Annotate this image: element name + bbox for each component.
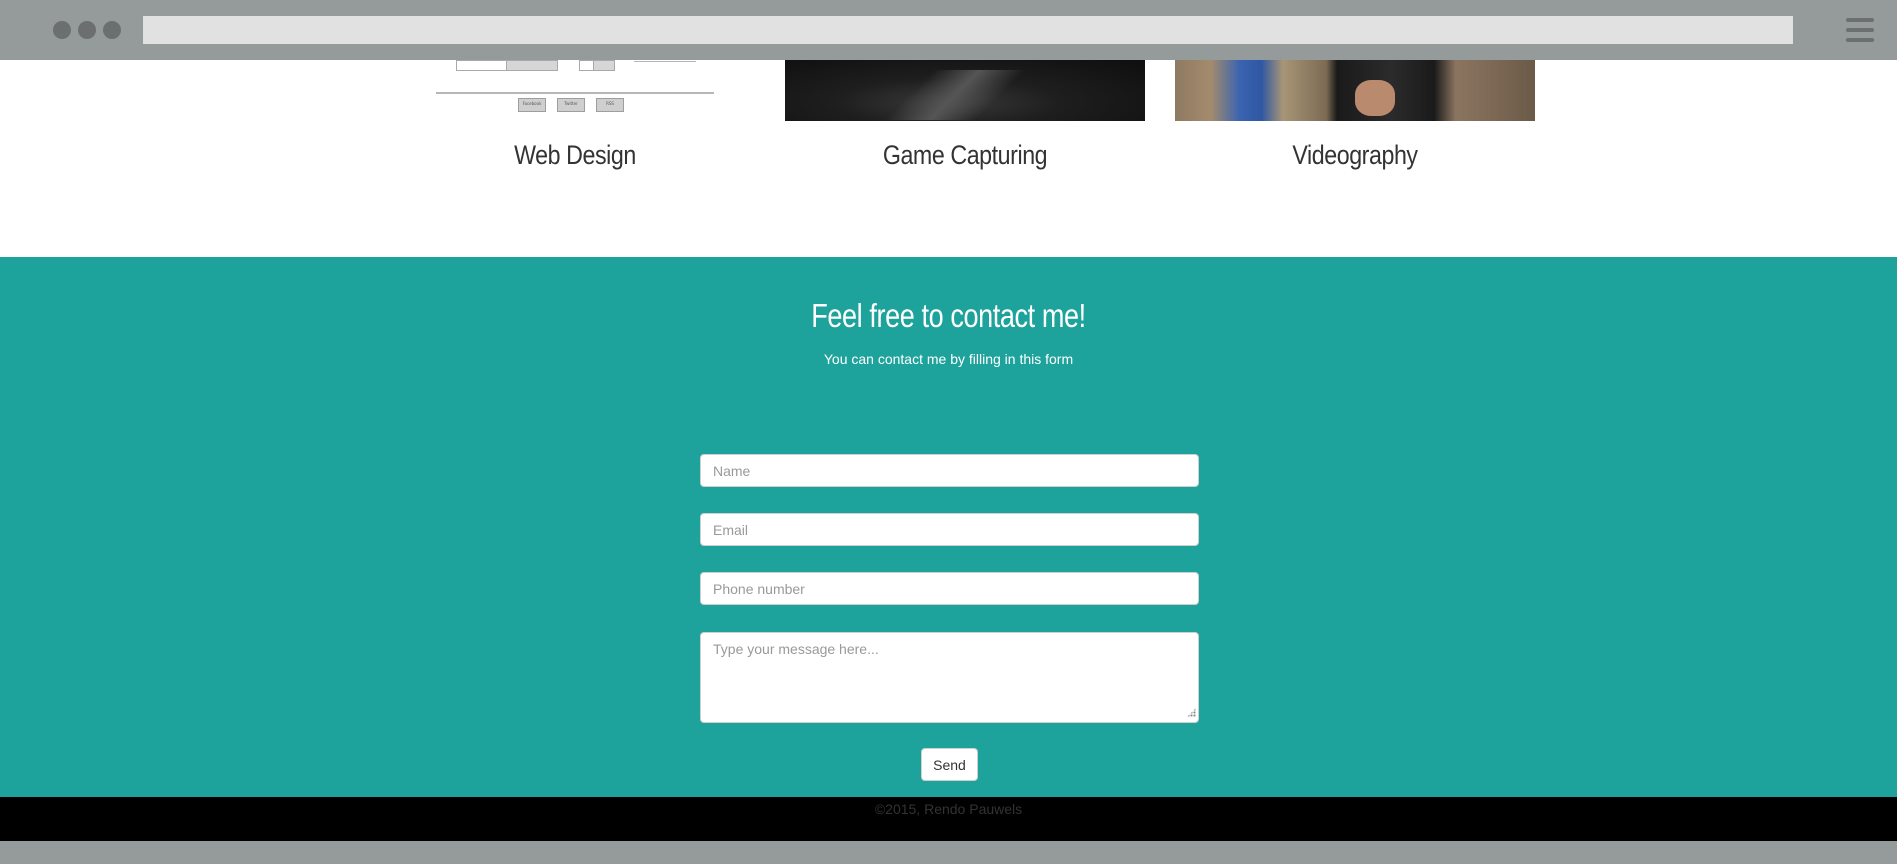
web-page: Facebook Twitter RSS Web Design Game Cap… (0, 60, 1897, 841)
web-design-thumbnail: Facebook Twitter RSS (436, 60, 714, 121)
browser-chrome (0, 0, 1897, 60)
message-textarea[interactable] (700, 632, 1199, 723)
service-title-game-capturing: Game Capturing (882, 140, 1048, 170)
contact-subheading: You can contact me by filling in this fo… (823, 351, 1074, 367)
wireframe-twitter-button: Twitter (557, 98, 585, 112)
hamburger-menu-icon[interactable] (1846, 18, 1874, 42)
videography-thumbnail (1175, 60, 1535, 121)
browser-bottom-bar (0, 841, 1897, 864)
page-footer: ©2015, Rendo Pauwels (0, 797, 1897, 841)
wireframe-facebook-button: Facebook (518, 98, 546, 112)
copyright-text: ©2015, Rendo Pauwels (874, 801, 1023, 817)
window-control-dot[interactable] (103, 21, 121, 39)
contact-heading: Feel free to contact me! (811, 297, 1086, 334)
address-bar[interactable] (143, 16, 1793, 44)
service-title-videography: Videography (1292, 140, 1418, 170)
name-input[interactable] (700, 454, 1199, 487)
phone-input[interactable] (700, 572, 1199, 605)
window-control-dot[interactable] (78, 21, 96, 39)
services-section: Facebook Twitter RSS Web Design Game Cap… (0, 60, 1897, 257)
window-control-dot[interactable] (53, 21, 71, 39)
email-input[interactable] (700, 513, 1199, 546)
send-button[interactable]: Send (921, 748, 978, 781)
service-title-web-design: Web Design (514, 140, 636, 170)
contact-section: Feel free to contact me! You can contact… (0, 257, 1897, 797)
wireframe-rss-button: RSS (596, 98, 624, 112)
game-capturing-thumbnail (785, 60, 1145, 121)
